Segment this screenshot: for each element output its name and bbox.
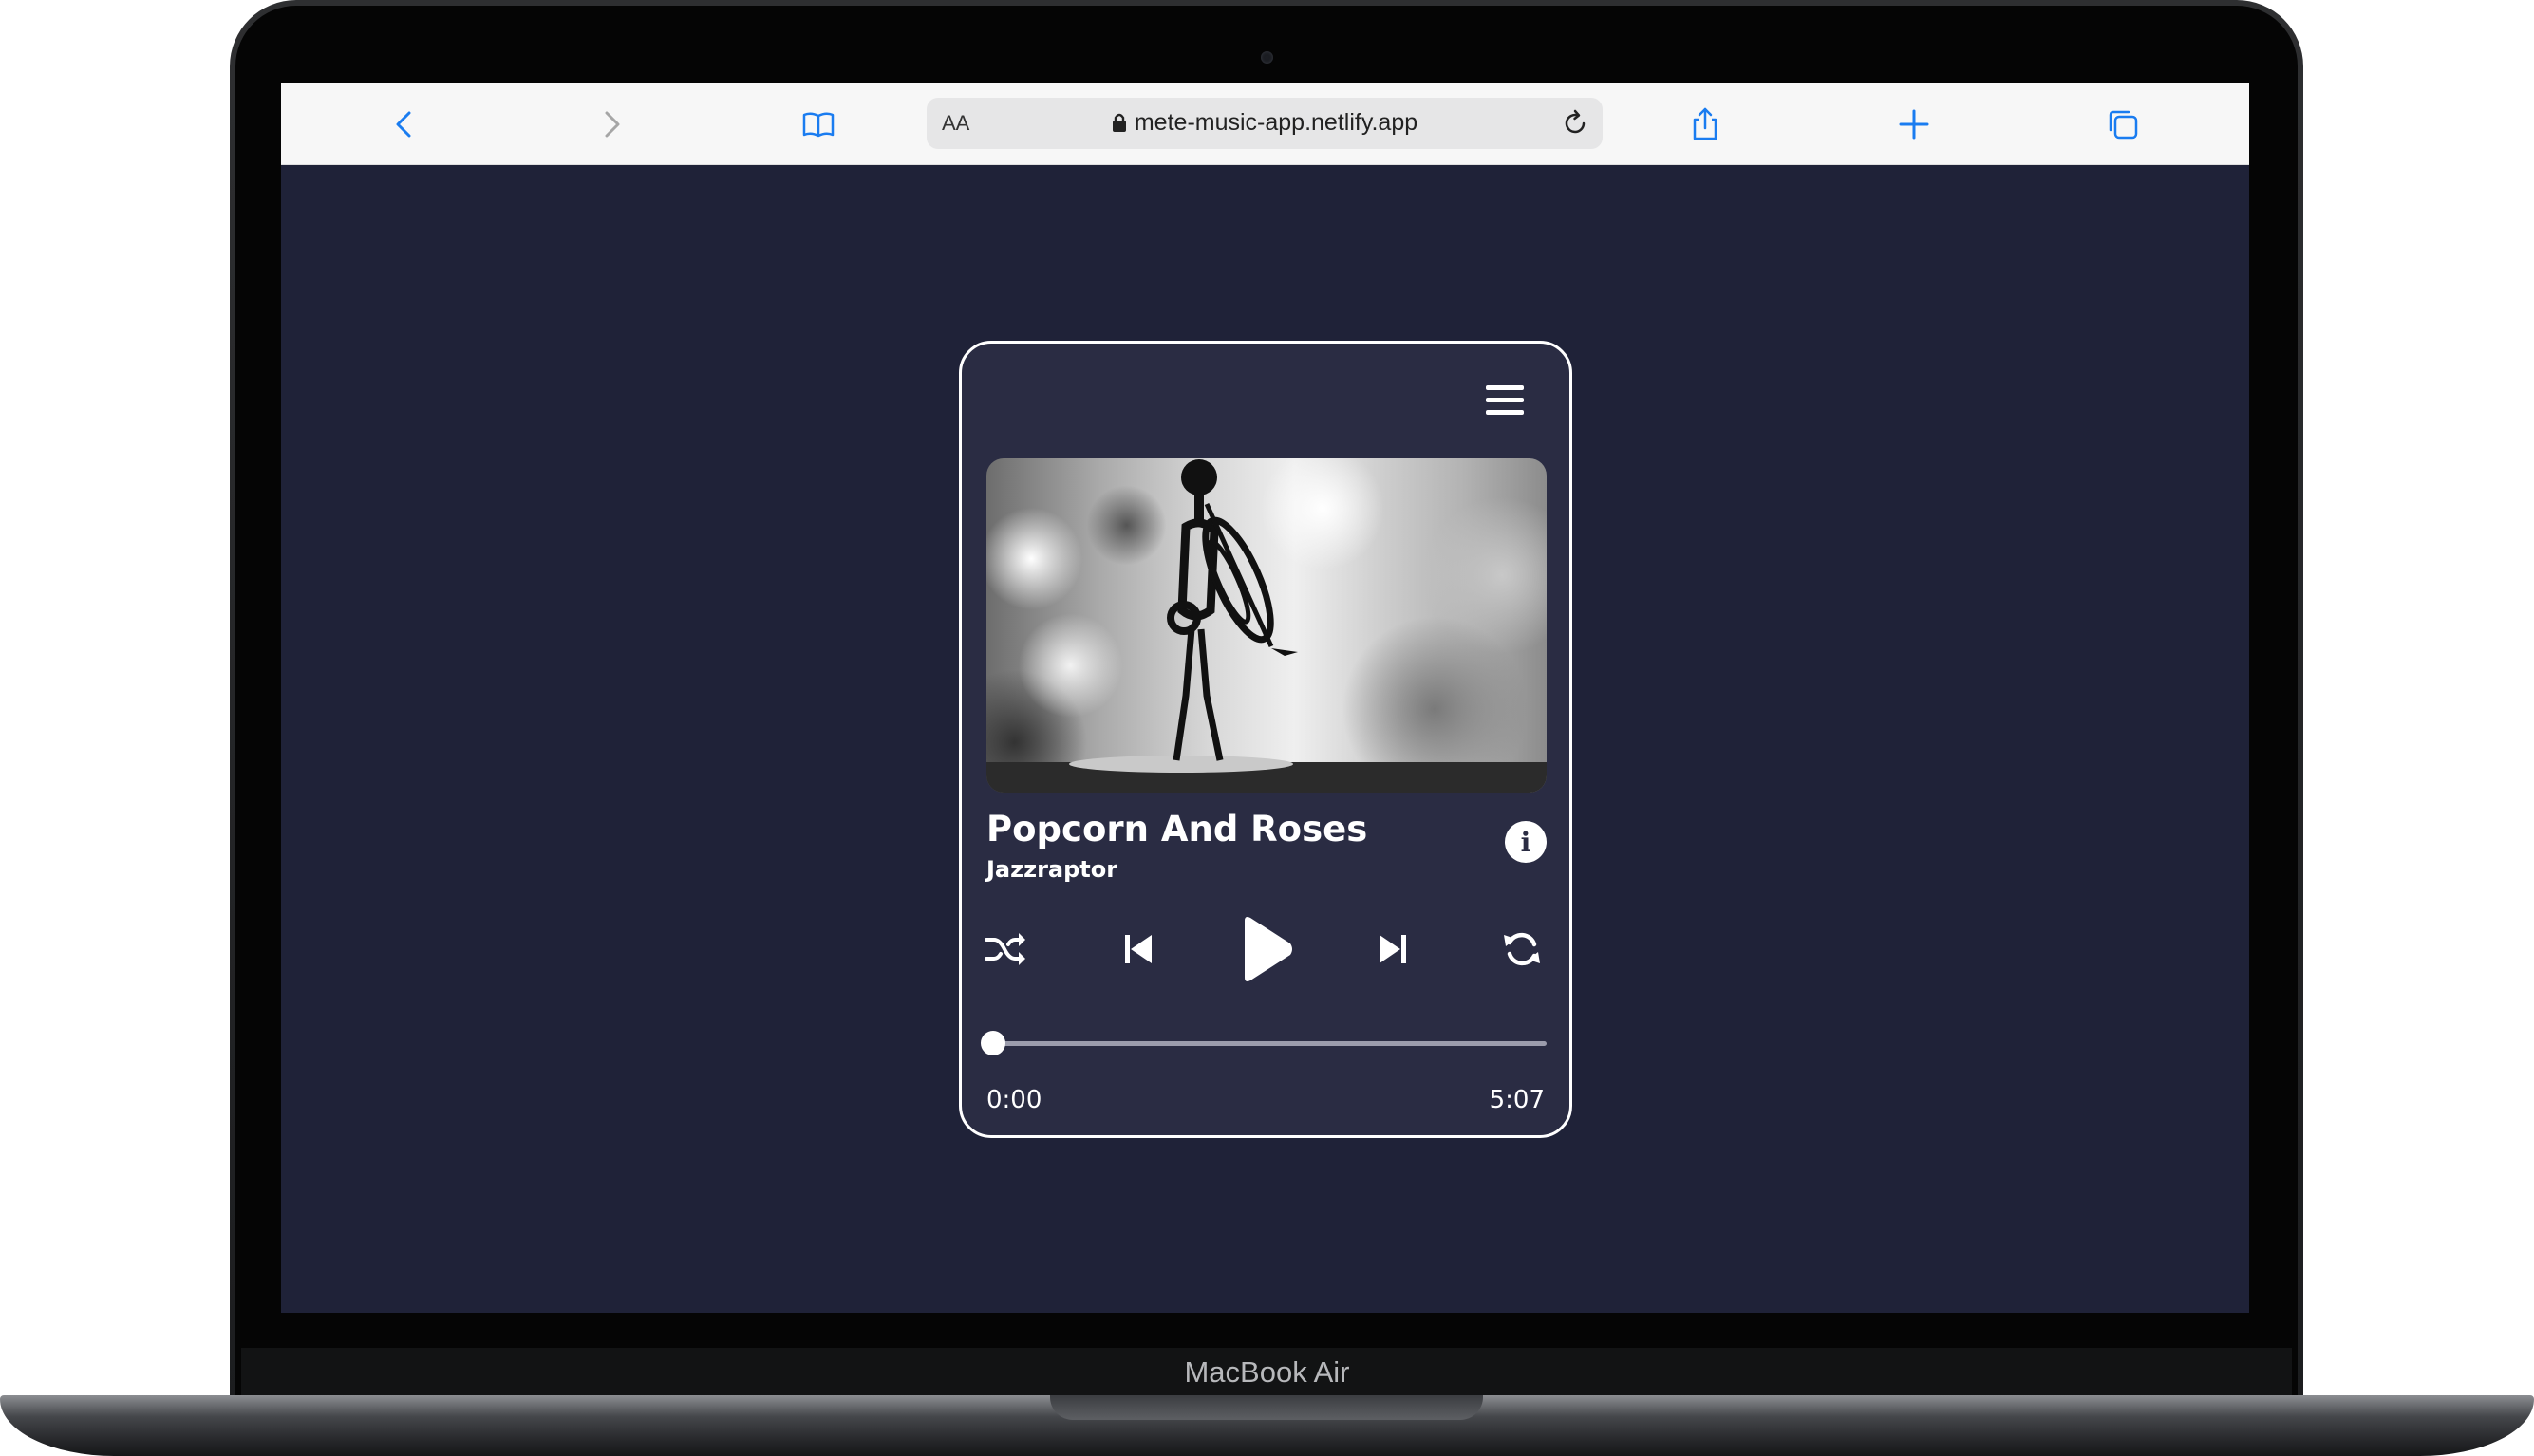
shuffle-button[interactable] [983, 926, 1028, 972]
browser-toolbar: AA mete-music-app.netlify.app [281, 83, 2249, 165]
browser-window: AA mete-music-app.netlify.app Popcorn An… [281, 83, 2249, 1313]
chevron-right-icon [605, 111, 620, 138]
song-title: Popcorn And Roses [986, 809, 1368, 849]
play-button[interactable] [1229, 913, 1302, 985]
seek-bar-thumb[interactable] [981, 1031, 1005, 1055]
artist-name: Jazzraptor [986, 856, 1118, 883]
info-icon: i [1520, 826, 1531, 858]
chevron-left-icon [396, 111, 411, 138]
menu-icon [1486, 385, 1524, 390]
music-player-card: Popcorn And Roses Jazzraptor i 0:00 5:07 [959, 341, 1572, 1138]
tabs-icon [2109, 110, 2138, 140]
duration: 5:07 [1489, 1086, 1545, 1114]
camera-icon [1261, 51, 1273, 64]
tabs-overview-button[interactable] [2098, 100, 2148, 149]
url-text: mete-music-app.netlify.app [1134, 109, 1418, 136]
laptop-hinge-notch [1050, 1395, 1483, 1420]
laptop-model-label: MacBook Air [1184, 1355, 1350, 1389]
share-icon [1693, 107, 1717, 140]
reload-icon[interactable] [1559, 107, 1591, 140]
next-button[interactable] [1370, 926, 1416, 972]
album-cover [986, 458, 1547, 793]
menu-button[interactable] [1486, 385, 1524, 420]
forward-button[interactable] [587, 100, 636, 149]
back-button[interactable] [380, 100, 429, 149]
new-tab-button[interactable] [1889, 100, 1939, 149]
repeat-icon [1504, 932, 1540, 966]
current-time: 0:00 [986, 1086, 1042, 1114]
shuffle-icon [985, 933, 1025, 965]
lock-icon [1112, 113, 1126, 132]
share-button[interactable] [1680, 100, 1730, 149]
address-bar[interactable]: AA mete-music-app.netlify.app [927, 98, 1603, 149]
previous-track-icon [1125, 935, 1152, 963]
bookmarks-button[interactable] [794, 100, 843, 149]
info-button[interactable]: i [1505, 821, 1547, 863]
play-icon [1245, 917, 1292, 981]
seek-bar-track[interactable] [990, 1041, 1547, 1046]
stage: AA mete-music-app.netlify.app Popcorn An… [0, 0, 2534, 1456]
previous-button[interactable] [1116, 926, 1161, 972]
book-icon [802, 112, 835, 138]
plus-icon [1899, 109, 1929, 140]
next-track-icon [1380, 935, 1406, 963]
repeat-button[interactable] [1499, 926, 1545, 972]
trumpet-figure-image [986, 459, 1547, 793]
